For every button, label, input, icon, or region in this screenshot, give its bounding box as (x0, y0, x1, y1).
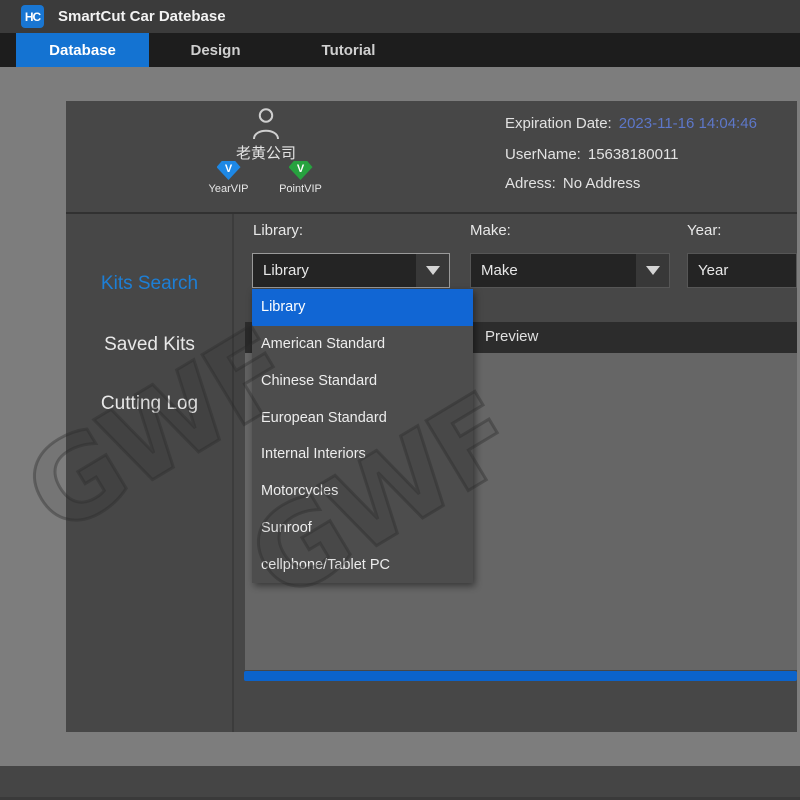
tab-tutorial[interactable]: Tutorial (282, 33, 415, 67)
year-select-value: Year (698, 262, 728, 279)
username-value: 15638180011 (588, 146, 679, 163)
tab-design[interactable]: Design (149, 33, 282, 67)
make-select-arrow[interactable] (636, 254, 669, 287)
dropdown-option-library[interactable]: Library (252, 289, 473, 326)
dropdown-option-sunroof[interactable]: Sunroof (252, 510, 473, 547)
year-vip-label: YearVIP (197, 183, 260, 195)
year-label: Year: (687, 222, 721, 242)
library-label: Library: (253, 222, 303, 242)
chevron-down-icon (426, 266, 440, 275)
bottom-bar (0, 766, 800, 797)
expiration-date-value: 2023-11-16 14:04:46 (619, 115, 757, 132)
person-icon (251, 107, 281, 140)
make-select[interactable]: Make (470, 253, 670, 288)
expiration-date-row: Expiration Date: 2023-11-16 14:04:46 (505, 115, 795, 135)
company-name: 老黄公司 (186, 142, 346, 163)
dropdown-option-internal-interiors[interactable]: Internal Interiors (252, 436, 473, 473)
expiration-date-label: Expiration Date: (505, 115, 612, 132)
app-logo-icon: HC (21, 5, 44, 28)
dropdown-option-chinese-standard[interactable]: Chinese Standard (252, 363, 473, 400)
preview-title: Preview (485, 328, 538, 345)
make-label: Make: (470, 222, 511, 242)
username-label: UserName: (505, 146, 581, 163)
chevron-down-icon (646, 266, 660, 275)
library-select-value: Library (263, 262, 309, 279)
address-label: Adress: (505, 175, 556, 192)
header-divider (66, 212, 797, 214)
dropdown-option-cellphone-tablet-pc[interactable]: cellphone/Tablet PC (252, 546, 473, 583)
point-vip-label: PointVIP (269, 183, 332, 195)
library-select[interactable]: Library (252, 253, 450, 288)
username-row: UserName: 15638180011 (505, 146, 795, 166)
dropdown-option-european-standard[interactable]: European Standard (252, 399, 473, 436)
library-select-arrow[interactable] (416, 254, 449, 287)
dropdown-option-motorcycles[interactable]: Motorcycles (252, 473, 473, 510)
title-bar: HC SmartCut Car Datebase (0, 0, 800, 33)
sidebar-item-kits-search[interactable]: Kits Search (66, 273, 233, 295)
sidebar-item-saved-kits[interactable]: Saved Kits (66, 334, 233, 356)
main-panel: 老黄公司 V YearVIP V PointVIP Expiration Dat… (66, 101, 797, 732)
tab-bar: Database Design Tutorial (0, 33, 800, 67)
library-dropdown-list: Library American Standard Chinese Standa… (252, 289, 473, 583)
year-vip-badge: V YearVIP (197, 161, 260, 195)
point-vip-icon: V (289, 161, 313, 180)
address-row: Adress: No Address (505, 175, 795, 195)
horizontal-scrollbar-thumb[interactable] (244, 671, 797, 681)
app-title: SmartCut Car Datebase (58, 8, 226, 25)
address-value: No Address (563, 175, 641, 192)
sidebar-item-cutting-log[interactable]: Cutting Log (66, 393, 233, 415)
app-window: HC SmartCut Car Datebase Database Design… (0, 0, 800, 800)
dropdown-option-american-standard[interactable]: American Standard (252, 326, 473, 363)
year-select[interactable]: Year (687, 253, 797, 288)
make-select-value: Make (481, 262, 518, 279)
tab-database[interactable]: Database (16, 33, 149, 67)
point-vip-badge: V PointVIP (269, 161, 332, 195)
year-vip-icon: V (217, 161, 241, 180)
